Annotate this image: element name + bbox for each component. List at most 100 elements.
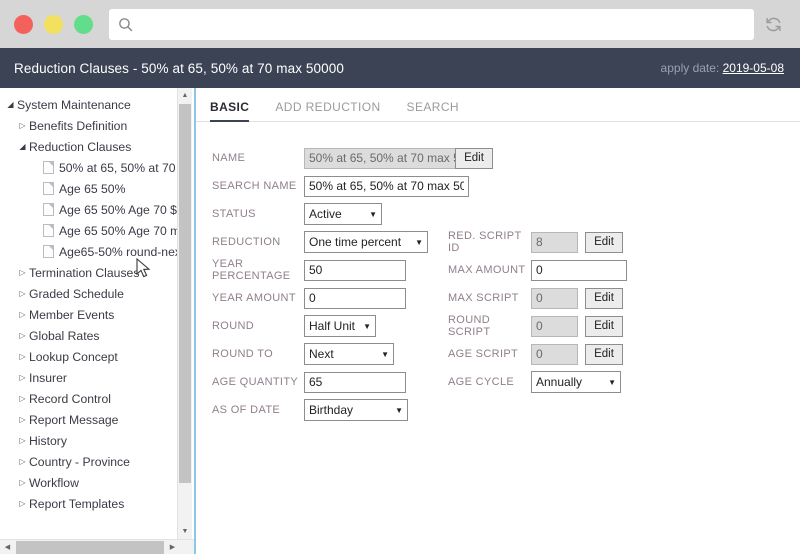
form-row-reduction: REDUCTION One time percent ▼ RED. SCRIPT…	[212, 228, 800, 256]
workspace: ◢ System Maintenance ▷ Benefits Definition ◢…	[0, 88, 800, 554]
tab-search[interactable]: SEARCH	[407, 100, 459, 121]
scroll-down-icon[interactable]: ▼	[178, 524, 192, 539]
expander-open-icon[interactable]: ◢	[4, 100, 17, 109]
age-cycle-value: Annually	[536, 375, 583, 389]
expander-closed-icon[interactable]: ▷	[16, 352, 29, 361]
tree-item[interactable]: ▷ Global Rates	[0, 325, 194, 346]
close-window-button[interactable]	[14, 14, 33, 34]
address-bar[interactable]	[109, 8, 754, 40]
as-of-date-select[interactable]: Birthday ▼	[304, 399, 408, 421]
red-script-id-label: RED. SCRIPT ID	[448, 230, 522, 254]
as-of-date-value: Birthday	[309, 403, 354, 417]
tree-item[interactable]: ▷ Member Events	[0, 304, 194, 325]
expander-closed-icon[interactable]: ▷	[16, 394, 29, 403]
scroll-up-icon[interactable]: ▲	[178, 88, 192, 103]
expander-closed-icon[interactable]: ▷	[16, 289, 29, 298]
vertical-scroll-thumb[interactable]	[179, 104, 191, 483]
year-amount-input[interactable]	[304, 287, 406, 309]
horizontal-scroll-thumb[interactable]	[16, 540, 164, 554]
main-panel: BASIC ADD REDUCTION SEARCH NAME Edit SEARC…	[196, 88, 800, 554]
expander-closed-icon[interactable]: ▷	[16, 268, 29, 277]
expander-closed-icon[interactable]: ▷	[16, 331, 29, 340]
form-row-round-to: ROUND TO Next ▼ AGE SCRIPT Edit	[212, 340, 800, 368]
round-to-value: Next	[309, 347, 334, 361]
expander-open-icon[interactable]: ◢	[16, 142, 29, 151]
tree-item[interactable]: ▷ Workflow	[0, 472, 194, 493]
round-label: ROUND	[212, 320, 255, 332]
browser-toolbar	[0, 0, 800, 48]
tree-item-label: Report Message	[29, 412, 119, 427]
tree-item-label: Age 65 50% Age 70 $3000	[59, 202, 190, 217]
expander-closed-icon[interactable]: ▷	[16, 436, 29, 445]
age-script-input[interactable]	[531, 343, 578, 365]
name-edit-button[interactable]: Edit	[455, 147, 493, 169]
expander-closed-icon[interactable]: ▷	[16, 415, 29, 424]
tree-item[interactable]: ▷ Record Control	[0, 388, 194, 409]
year-percentage-input[interactable]	[304, 259, 406, 281]
tree-item[interactable]: · Age 65 50% Age 70 $3000	[0, 199, 194, 220]
red-script-id-input[interactable]	[531, 231, 578, 253]
tree-item[interactable]: ▷ Benefits Definition	[0, 115, 194, 136]
tree-item[interactable]: ▷ Termination Clauses	[0, 262, 194, 283]
tree-item[interactable]: · Age 65 50% Age 70 max 1000	[0, 220, 194, 241]
round-select[interactable]: Half Unit ▼	[304, 315, 376, 337]
tree-item[interactable]: ▷ Report Templates	[0, 493, 194, 514]
tree-item[interactable]: · Age 65 50%	[0, 178, 194, 199]
tab-add-reduction[interactable]: ADD REDUCTION	[275, 100, 380, 121]
form-row-name: NAME Edit	[212, 144, 800, 172]
expander-closed-icon[interactable]: ▷	[16, 478, 29, 487]
round-script-input[interactable]	[531, 315, 578, 337]
tree-item[interactable]: ▷ Country - Province	[0, 451, 194, 472]
tree-item-label: Country - Province	[29, 454, 130, 469]
tree-item[interactable]: ◢ System Maintenance	[0, 94, 194, 115]
traffic-lights	[14, 14, 93, 34]
scroll-left-icon[interactable]: ◀	[0, 543, 15, 551]
maximize-window-button[interactable]	[74, 14, 93, 34]
expander-closed-icon[interactable]: ▷	[16, 499, 29, 508]
form-row-age-quantity: AGE QUANTITY AGE CYCLE Annually ▼	[212, 368, 800, 396]
reduction-select[interactable]: One time percent ▼	[304, 231, 428, 253]
expander-closed-icon[interactable]: ▷	[16, 373, 29, 382]
round-to-select[interactable]: Next ▼	[304, 343, 394, 365]
max-amount-input[interactable]	[531, 259, 627, 281]
sidebar-horizontal-scrollbar[interactable]: ◀ ▶	[0, 539, 194, 554]
age-quantity-input[interactable]	[304, 371, 406, 393]
year-percentage-label: YEAR PERCENTAGE	[212, 258, 291, 282]
refresh-icon[interactable]	[756, 9, 790, 40]
tree-item[interactable]: ▷ Graded Schedule	[0, 283, 194, 304]
url-input[interactable]	[134, 8, 746, 40]
sidebar: ◢ System Maintenance ▷ Benefits Definition ◢…	[0, 88, 196, 554]
tree-item[interactable]: ▷ Report Message	[0, 409, 194, 430]
expander-closed-icon[interactable]: ▷	[16, 310, 29, 319]
apply-date-label: apply date:	[660, 61, 720, 75]
apply-date-value[interactable]: 2019-05-08	[723, 61, 784, 75]
chevron-down-icon: ▼	[395, 405, 403, 415]
round-script-edit-button[interactable]: Edit	[585, 315, 623, 337]
tree-item[interactable]: ▷ Insurer	[0, 367, 194, 388]
tree-item[interactable]: · 50% at 65, 50% at 70 max 500	[0, 157, 194, 178]
minimize-window-button[interactable]	[44, 14, 63, 34]
red-script-id-edit-button[interactable]: Edit	[585, 231, 623, 253]
status-select[interactable]: Active ▼	[304, 203, 382, 225]
name-input[interactable]	[304, 147, 469, 169]
form-row-year-percentage: YEAR PERCENTAGE MAX AMOUNT	[212, 256, 800, 284]
tree-item-label: Termination Clauses	[29, 265, 140, 280]
search-name-input[interactable]	[304, 175, 469, 197]
tree-item[interactable]: · Age65-50% round-next half u	[0, 241, 194, 262]
expander-closed-icon[interactable]: ▷	[16, 121, 29, 130]
max-amount-label: MAX AMOUNT	[448, 264, 526, 276]
tab-basic[interactable]: BASIC	[210, 100, 250, 122]
tree-item[interactable]: ▷ History	[0, 430, 194, 451]
sidebar-vertical-scrollbar[interactable]: ▲ ▼	[177, 88, 192, 539]
max-script-input[interactable]	[531, 287, 578, 309]
max-script-edit-button[interactable]: Edit	[585, 287, 623, 309]
age-cycle-select[interactable]: Annually ▼	[531, 371, 621, 393]
search-name-label: SEARCH NAME	[212, 180, 297, 192]
expander-closed-icon[interactable]: ▷	[16, 457, 29, 466]
age-script-edit-button[interactable]: Edit	[585, 343, 623, 365]
tree-item-label: Workflow	[29, 475, 79, 490]
scroll-right-icon[interactable]: ▶	[165, 543, 180, 551]
reduction-label: REDUCTION	[212, 236, 281, 248]
tree-item[interactable]: ▷ Lookup Concept	[0, 346, 194, 367]
tree-item[interactable]: ◢ Reduction Clauses	[0, 136, 194, 157]
